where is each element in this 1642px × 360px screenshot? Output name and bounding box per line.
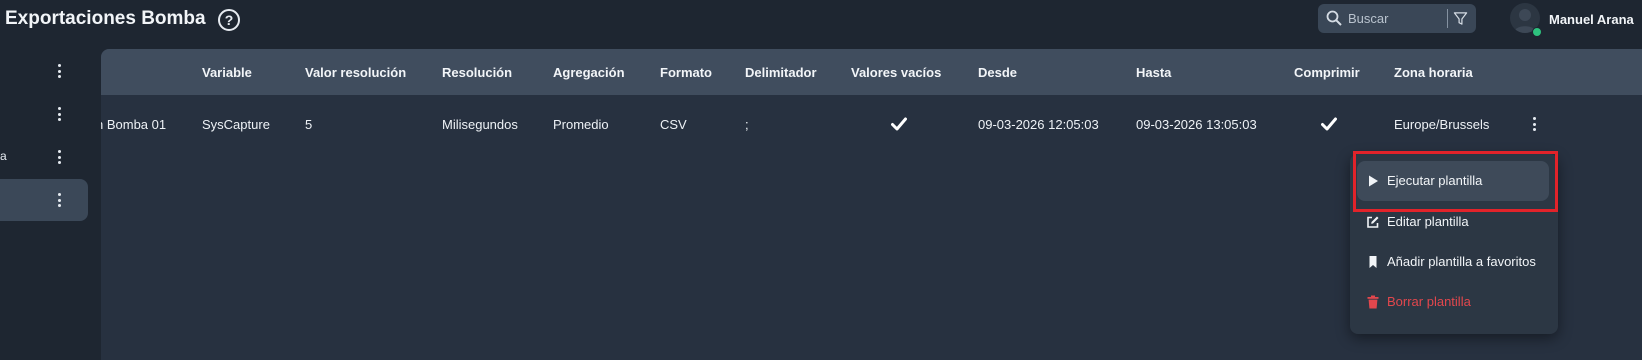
menu-item-delete-template[interactable]: Borrar plantilla — [1357, 282, 1549, 322]
more-options-icon[interactable] — [54, 191, 64, 209]
column-header-hasta[interactable]: Hasta — [1136, 65, 1171, 80]
menu-item-label: Borrar plantilla — [1387, 294, 1471, 309]
table-header: Variable Valor resolución Resolución Agr… — [101, 49, 1642, 95]
more-options-icon[interactable] — [54, 148, 64, 166]
menu-item-add-favorite[interactable]: Añadir plantilla a favoritos — [1357, 242, 1549, 282]
menu-item-label: Añadir plantilla a favoritos — [1387, 254, 1536, 269]
cell-name: n Bomba 01 — [101, 117, 167, 132]
table-row[interactable]: n Bomba 01 SysCapture 5 Milisegundos Pro… — [101, 95, 1642, 153]
more-options-icon[interactable] — [54, 62, 64, 80]
sidebar-item-label: a — [0, 149, 7, 163]
valores-vacios-check-icon — [891, 117, 907, 131]
row-actions-menu: Ejecutar plantilla Editar plantilla Añad… — [1350, 154, 1558, 334]
sidebar-item-4-active[interactable] — [0, 179, 88, 221]
trash-icon — [1367, 295, 1379, 309]
user-name[interactable]: Manuel Arana — [1549, 12, 1634, 27]
column-header-delimitador[interactable]: Delimitador — [745, 65, 817, 80]
edit-icon — [1367, 216, 1379, 228]
sidebar-item-3[interactable]: a — [0, 136, 88, 178]
top-bar: Exportaciones Bomba ? Manuel Arana — [0, 0, 1642, 40]
row-actions-icon[interactable] — [1529, 115, 1539, 133]
column-header-desde[interactable]: Desde — [978, 65, 1017, 80]
cell-resolucion: Milisegundos — [442, 117, 518, 132]
cell-valor-resolucion: 5 — [305, 117, 313, 132]
menu-item-label: Ejecutar plantilla — [1387, 173, 1483, 188]
cell-delimitador: ; — [745, 117, 749, 132]
cell-desde: 09-03-2026 12:05:03 — [978, 117, 1099, 132]
sidebar-item-2[interactable] — [0, 93, 88, 135]
cell-hasta: 09-03-2026 13:05:03 — [1136, 117, 1257, 132]
search-box[interactable] — [1318, 4, 1476, 33]
sidebar: a — [0, 50, 100, 360]
page-title: Exportaciones Bomba — [5, 8, 206, 29]
search-input[interactable] — [1348, 7, 1438, 30]
more-options-icon[interactable] — [54, 105, 64, 123]
sidebar-item-1[interactable] — [0, 50, 88, 92]
menu-item-run-template[interactable]: Ejecutar plantilla — [1357, 161, 1549, 201]
comprimir-check-icon — [1321, 117, 1337, 131]
column-header-resolucion[interactable]: Resolución — [442, 65, 512, 80]
menu-item-edit-template[interactable]: Editar plantilla — [1357, 202, 1549, 242]
online-status-indicator — [1532, 27, 1542, 37]
cell-formato: CSV — [660, 117, 687, 132]
column-header-valores-vacios[interactable]: Valores vacíos — [851, 65, 941, 80]
column-header-agregacion[interactable]: Agregación — [553, 65, 625, 80]
menu-item-label: Editar plantilla — [1387, 214, 1469, 229]
column-header-valor-resolucion[interactable]: Valor resolución — [305, 65, 406, 80]
filter-icon[interactable] — [1453, 11, 1468, 26]
search-divider — [1447, 9, 1448, 28]
help-icon[interactable]: ? — [218, 9, 240, 31]
play-icon — [1369, 175, 1378, 187]
cell-zona-horaria: Europe/Brussels — [1394, 117, 1490, 132]
column-header-formato[interactable]: Formato — [660, 65, 712, 80]
column-header-comprimir[interactable]: Comprimir — [1294, 65, 1360, 80]
bookmark-icon — [1369, 256, 1377, 268]
search-icon — [1326, 10, 1342, 26]
column-header-variable[interactable]: Variable — [202, 65, 252, 80]
cell-variable: SysCapture — [202, 117, 270, 132]
column-header-zona-horaria[interactable]: Zona horaria — [1394, 65, 1473, 80]
cell-agregacion: Promedio — [553, 117, 609, 132]
